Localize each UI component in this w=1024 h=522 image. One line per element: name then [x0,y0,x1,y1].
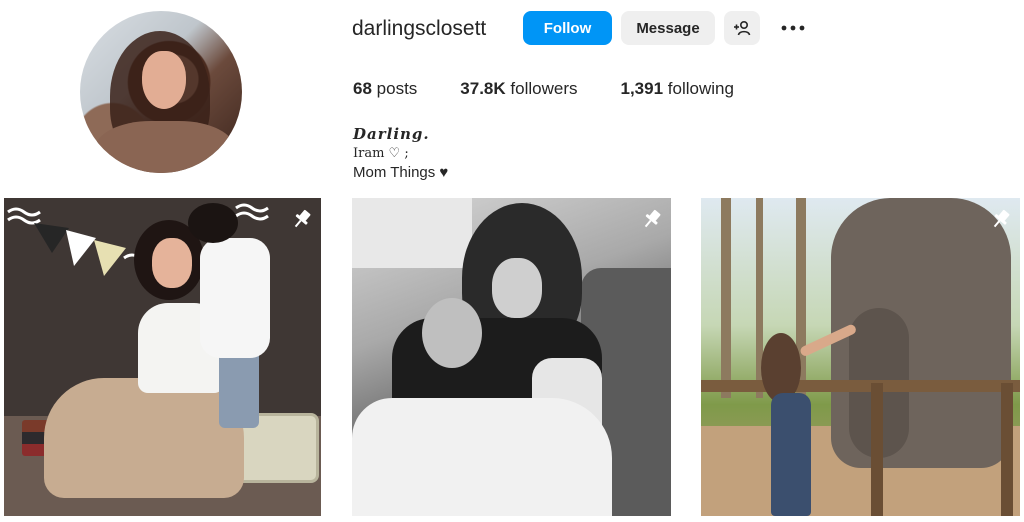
more-options-button[interactable] [778,14,808,42]
bio-line: Iram ♡ ; [353,146,409,161]
follow-button[interactable]: Follow [523,11,612,45]
pin-icon [993,209,1010,228]
followers-label: followers [510,79,578,98]
profile-avatar[interactable] [80,11,242,173]
post-tile[interactable] [352,198,671,516]
followers-count: 37.8K [460,79,506,98]
bio-line: Mom Things ♥ [353,164,449,181]
more-options-icon [781,25,805,31]
following-count: 1,391 [620,79,664,98]
profile-stats: 68 posts 37.8K followers 1,391 following [353,79,777,99]
posts-stat: 68 posts [353,79,417,99]
post-tile[interactable] [701,198,1020,516]
pin-icon [644,209,661,228]
posts-count: 68 [353,79,372,98]
profile-username: darlingsclosett [352,17,487,40]
following-stat[interactable]: 1,391 following [621,79,734,99]
suggest-users-button[interactable] [724,11,760,45]
bio-name: Darling. [353,125,430,143]
pin-icon [294,209,311,228]
message-button[interactable]: Message [621,11,715,45]
post-tile[interactable] [4,198,321,516]
add-person-icon [734,20,751,36]
followers-stat[interactable]: 37.8K followers [460,79,577,99]
profile-bio: Darling. Iram ♡ ; Mom Things ♥ [353,125,448,182]
following-label: following [667,79,734,98]
posts-label: posts [376,79,418,98]
